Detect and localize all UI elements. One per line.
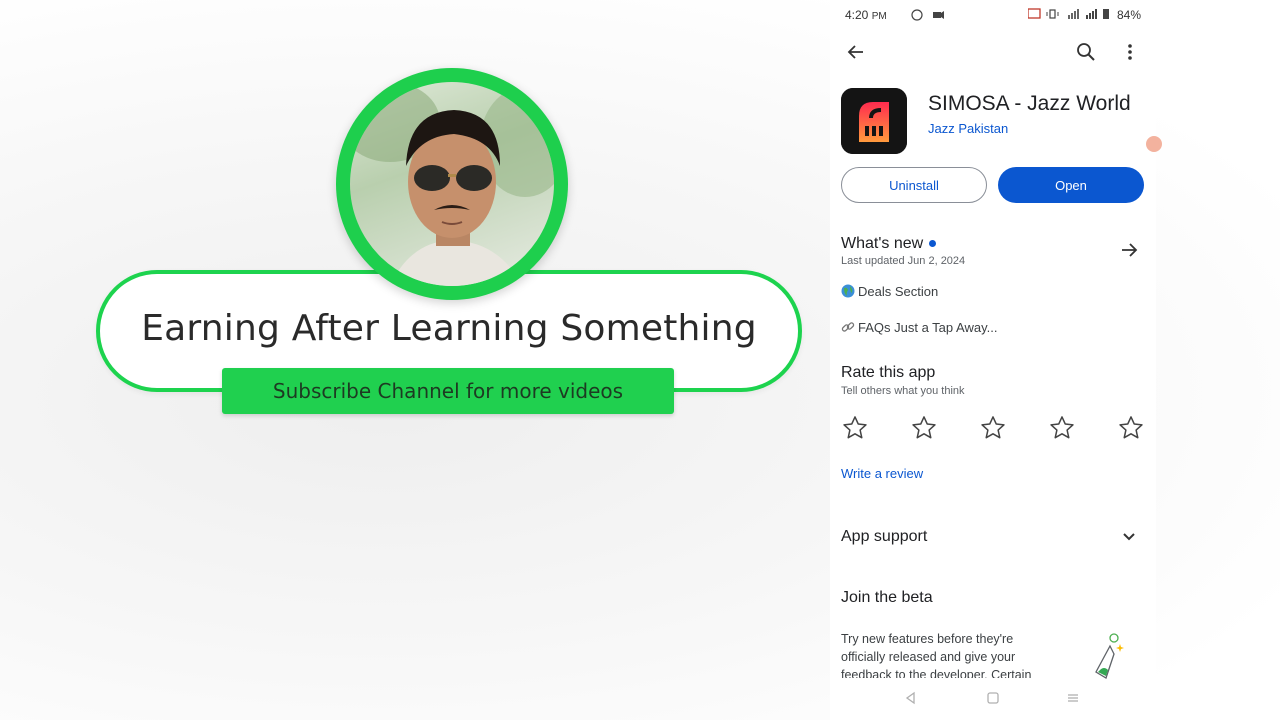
more-options-button[interactable] bbox=[1120, 42, 1140, 67]
promo-overlay: Earning After Learning Something Subscri… bbox=[0, 0, 830, 720]
whats-new-arrow[interactable] bbox=[1119, 240, 1139, 265]
whats-new-item: FAQs Just a Tap Away... bbox=[841, 320, 997, 335]
avatar-photo bbox=[350, 82, 554, 286]
back-button[interactable] bbox=[846, 42, 866, 67]
rate-heading: Rate this app bbox=[841, 364, 936, 381]
uninstall-button[interactable]: Uninstall bbox=[841, 167, 987, 203]
star-5-icon[interactable] bbox=[1117, 414, 1145, 442]
developer-link[interactable]: Jazz Pakistan bbox=[928, 121, 1008, 136]
rating-stars bbox=[841, 414, 1145, 442]
new-indicator-dot bbox=[929, 240, 937, 248]
app-icon bbox=[841, 88, 907, 154]
status-icons-left bbox=[911, 9, 945, 24]
open-button[interactable]: Open bbox=[998, 167, 1144, 203]
nav-recents-icon[interactable] bbox=[1066, 691, 1080, 705]
status-time: 4:20 PM bbox=[845, 8, 887, 22]
chevron-down-icon bbox=[1123, 533, 1135, 541]
arrow-left-icon bbox=[847, 45, 863, 59]
floating-indicator bbox=[1146, 136, 1162, 152]
system-nav-bar bbox=[830, 684, 1156, 712]
status-icons-right: 84% bbox=[1027, 8, 1141, 22]
play-store-screen: 4:20 PM 84% SIMOSA - Jazz World Jazz Pak… bbox=[830, 0, 1162, 720]
link-icon bbox=[841, 322, 855, 332]
nav-back-icon[interactable] bbox=[904, 691, 918, 705]
whats-new-item: Deals Section bbox=[841, 284, 938, 299]
last-updated: Last updated Jun 2, 2024 bbox=[841, 255, 966, 267]
star-4-icon[interactable] bbox=[1048, 414, 1076, 442]
star-3-icon[interactable] bbox=[979, 414, 1007, 442]
promo-title: Earning After Learning Something bbox=[141, 308, 757, 349]
star-2-icon[interactable] bbox=[910, 414, 938, 442]
join-beta-heading: Join the beta bbox=[841, 589, 933, 606]
more-vert-icon bbox=[1128, 44, 1132, 60]
beta-flask-icon bbox=[1088, 632, 1128, 687]
search-icon bbox=[1077, 43, 1095, 61]
subscribe-banner: Subscribe Channel for more videos bbox=[222, 368, 674, 414]
arrow-right-icon bbox=[1122, 243, 1138, 257]
whats-new-heading[interactable]: What's new bbox=[841, 235, 937, 253]
globe-icon bbox=[841, 284, 855, 298]
beta-description: Try new features before they're official… bbox=[841, 632, 1032, 678]
write-review-link[interactable]: Write a review bbox=[841, 466, 923, 481]
app-support-heading[interactable]: App support bbox=[841, 528, 927, 546]
app-support-toggle[interactable] bbox=[1119, 527, 1139, 552]
star-1-icon[interactable] bbox=[841, 414, 869, 442]
search-button[interactable] bbox=[1076, 42, 1096, 67]
rate-subtitle: Tell others what you think bbox=[841, 385, 965, 397]
app-title: SIMOSA - Jazz World bbox=[928, 92, 1131, 115]
nav-home-icon[interactable] bbox=[986, 691, 1000, 705]
status-bar: 4:20 PM 84% bbox=[845, 8, 1141, 24]
avatar bbox=[336, 68, 568, 300]
